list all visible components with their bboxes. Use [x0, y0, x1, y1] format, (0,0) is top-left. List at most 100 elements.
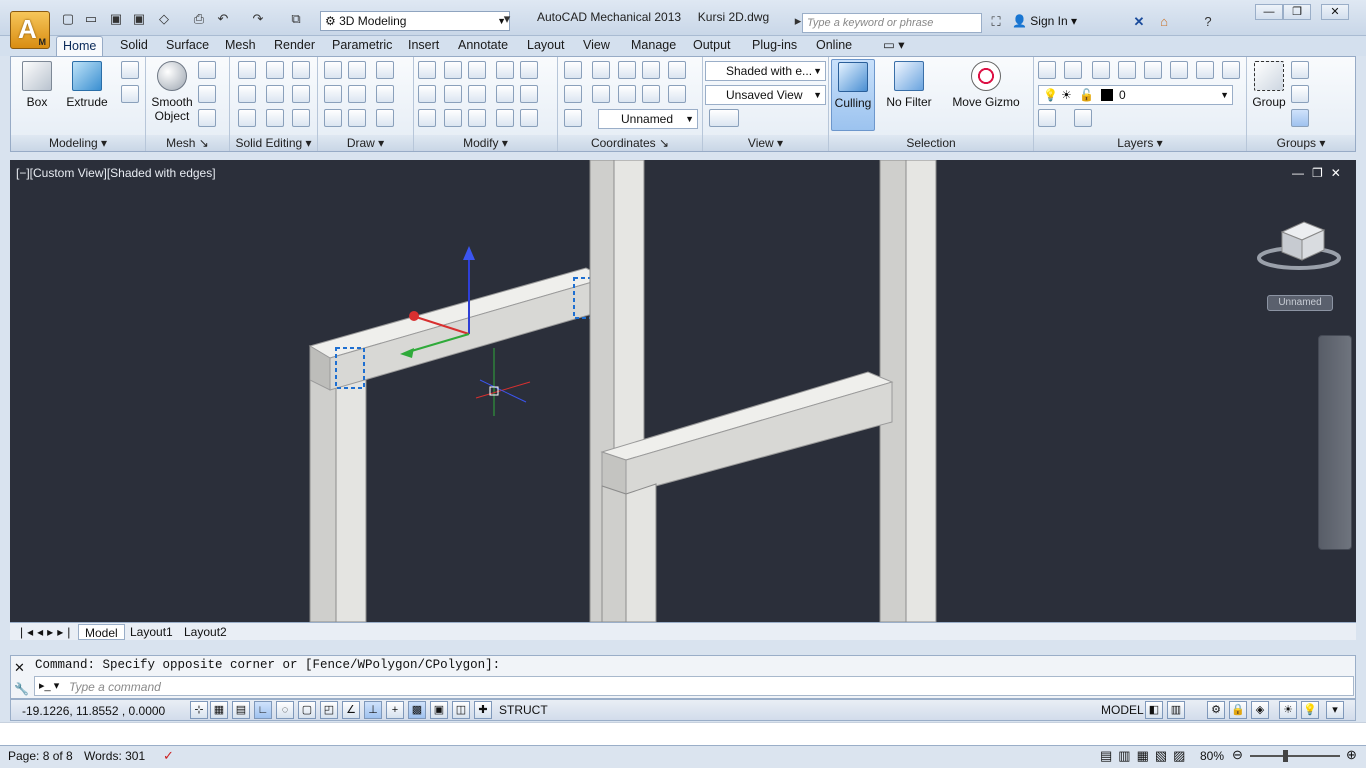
hardware-acceleration-icon[interactable]: ◈ — [1251, 701, 1269, 719]
layer-select[interactable]: 💡 ☀ 🔓 0 ▼ — [1038, 85, 1233, 105]
tab-mesh[interactable]: Mesh — [219, 36, 262, 56]
make-current-icon[interactable] — [1038, 109, 1056, 127]
ucs-previous-icon[interactable] — [592, 85, 610, 103]
viewport-controls[interactable]: —❐✕ — [1292, 166, 1349, 180]
layer-freeze-icon[interactable] — [1144, 61, 1162, 79]
zoom-in-icon[interactable]: ⊕ — [1346, 747, 1357, 763]
3d-array-icon[interactable] — [444, 85, 462, 103]
help-icon[interactable]: ? — [1200, 15, 1216, 29]
panel-title-modeling[interactable]: Modeling ▾ — [11, 135, 145, 151]
smooth-more-icon[interactable] — [198, 61, 216, 79]
smooth-less-icon[interactable] — [198, 85, 216, 103]
navigation-bar[interactable] — [1318, 335, 1352, 550]
polygon-icon[interactable] — [324, 109, 342, 127]
line-icon[interactable] — [324, 61, 342, 79]
tab-plug-ins[interactable]: Plug-ins — [746, 36, 803, 56]
3d-polyline-icon[interactable] — [348, 85, 366, 103]
tab-home[interactable]: Home — [56, 36, 104, 56]
tab-online[interactable]: Online — [810, 36, 858, 56]
scale-icon[interactable] — [496, 85, 514, 103]
workspace-switching-icon[interactable]: ⚙ — [1207, 701, 1225, 719]
ucs-x-icon[interactable] — [618, 85, 636, 103]
group-button[interactable]: Group — [1249, 61, 1289, 109]
viewports-icon[interactable] — [709, 109, 739, 127]
quick-view-layouts-icon[interactable]: ◧ — [1145, 701, 1163, 719]
new-file-icon[interactable]: ▢ — [60, 12, 76, 26]
ucs-view-icon[interactable] — [668, 61, 686, 79]
rectangle-icon[interactable] — [348, 109, 366, 127]
extrude-button[interactable]: Extrude — [65, 61, 109, 109]
command-prompt-icon[interactable]: ▸_ ▾ — [39, 679, 59, 692]
3d-move-icon[interactable] — [468, 61, 486, 79]
workspace-switch-icon[interactable]: ⧉ — [288, 12, 304, 26]
stretch-icon[interactable] — [468, 109, 486, 127]
layout-tab-scroll-buttons[interactable]: |◂◂▸▸| — [14, 624, 80, 640]
zoom-slider-thumb[interactable] — [1283, 750, 1288, 762]
3d-mirror-icon[interactable] — [418, 85, 436, 103]
polar-tracking-icon[interactable]: ◌ — [276, 701, 294, 719]
polyline-icon[interactable] — [348, 61, 366, 79]
layer-lock-icon[interactable] — [1170, 61, 1188, 79]
culling-button[interactable]: Culling — [831, 59, 875, 131]
publish-icon[interactable]: ◇ — [156, 12, 172, 26]
3d-align-icon[interactable] — [418, 61, 436, 79]
minimize-button[interactable]: — — [1255, 4, 1283, 20]
sign-in-button[interactable]: 👤 Sign In ▾ — [1012, 14, 1077, 28]
dynamic-input-icon[interactable]: + — [386, 701, 404, 719]
lock-ui-icon[interactable]: 🔒 — [1229, 701, 1247, 719]
customize-wrench-icon[interactable]: 🔧 — [14, 682, 29, 696]
struct-toggle[interactable]: STRUCT — [499, 703, 548, 717]
move-gizmo-button[interactable]: Move Gizmo — [949, 61, 1023, 109]
gizmo-z-arrow[interactable] — [463, 246, 475, 260]
panel-title-solid-editing[interactable]: Solid Editing ▾ — [230, 135, 317, 151]
3d-rotate-icon[interactable] — [444, 61, 462, 79]
zoom-out-icon[interactable]: ⊖ — [1232, 747, 1243, 763]
layout-tab-model[interactable]: Model — [78, 624, 125, 640]
ucs-world-icon[interactable] — [618, 61, 636, 79]
ungroup-icon[interactable] — [1291, 85, 1309, 103]
intersect-icon[interactable] — [238, 109, 256, 127]
3d-object-snap-icon[interactable]: ◰ — [320, 701, 338, 719]
close-button[interactable]: ✕ — [1321, 4, 1349, 20]
layer-match-icon[interactable] — [1196, 61, 1214, 79]
zoom-slider-track[interactable] — [1250, 755, 1340, 757]
extract-edges-icon[interactable] — [266, 61, 284, 79]
tab-insert[interactable]: Insert — [402, 36, 445, 56]
refine-mesh-icon[interactable] — [198, 109, 216, 127]
ucs-z-icon[interactable] — [668, 85, 686, 103]
ucs-3point-icon[interactable] — [564, 109, 582, 127]
visual-style-select[interactable]: Shaded with e... ▼ — [705, 61, 826, 81]
dynamic-ucs-icon[interactable]: ⊥ — [364, 701, 382, 719]
quick-view-drawings-icon[interactable]: ▥ — [1167, 701, 1185, 719]
ucs-dropdown-icon[interactable] — [564, 61, 582, 79]
arc-icon[interactable] — [376, 61, 394, 79]
subtract-icon[interactable] — [238, 85, 256, 103]
smooth-object-button[interactable]: Smooth Object — [148, 61, 196, 123]
gizmo-x-handle[interactable] — [409, 311, 419, 321]
redo-icon[interactable]: ↷ — [250, 12, 266, 26]
page-count[interactable]: Page: 8 of 8 — [8, 749, 73, 763]
tab-output[interactable]: Output — [687, 36, 737, 56]
lineweight-icon[interactable]: ▩ — [408, 701, 426, 719]
match-layer-icon[interactable] — [1074, 109, 1092, 127]
panel-title-draw[interactable]: Draw ▾ — [318, 135, 413, 151]
search-input[interactable]: Type a keyword or phrase — [802, 13, 982, 33]
selection-cycling-icon[interactable]: ✚ — [474, 701, 492, 719]
proofing-icon[interactable]: ✓ — [163, 748, 174, 764]
coordinate-display[interactable]: -19.1226, 11.8552 , 0.0000 — [22, 704, 165, 718]
extrude-faces-icon[interactable] — [292, 61, 310, 79]
named-view-select[interactable]: Unsaved View ▼ — [705, 85, 826, 105]
panel-title-layers[interactable]: Layers ▾ — [1034, 135, 1246, 151]
open-file-icon[interactable]: ▭ — [83, 12, 99, 26]
tab-annotate[interactable]: Annotate — [452, 36, 514, 56]
command-input[interactable]: Type a command — [34, 676, 1354, 696]
3d-scale-icon[interactable] — [496, 61, 514, 79]
object-snap-tracking-icon[interactable]: ∠ — [342, 701, 360, 719]
erase-icon[interactable] — [418, 109, 436, 127]
view-mode-icons[interactable]: ▤▥▦▧▨ — [1100, 748, 1191, 764]
plot-icon[interactable]: ⎙ — [191, 12, 207, 26]
tab-manage[interactable]: Manage — [625, 36, 682, 56]
panel-title-groups[interactable]: Groups ▾ — [1247, 135, 1355, 151]
drawing-viewport[interactable] — [10, 160, 1356, 622]
tab-solid[interactable]: Solid — [114, 36, 154, 56]
